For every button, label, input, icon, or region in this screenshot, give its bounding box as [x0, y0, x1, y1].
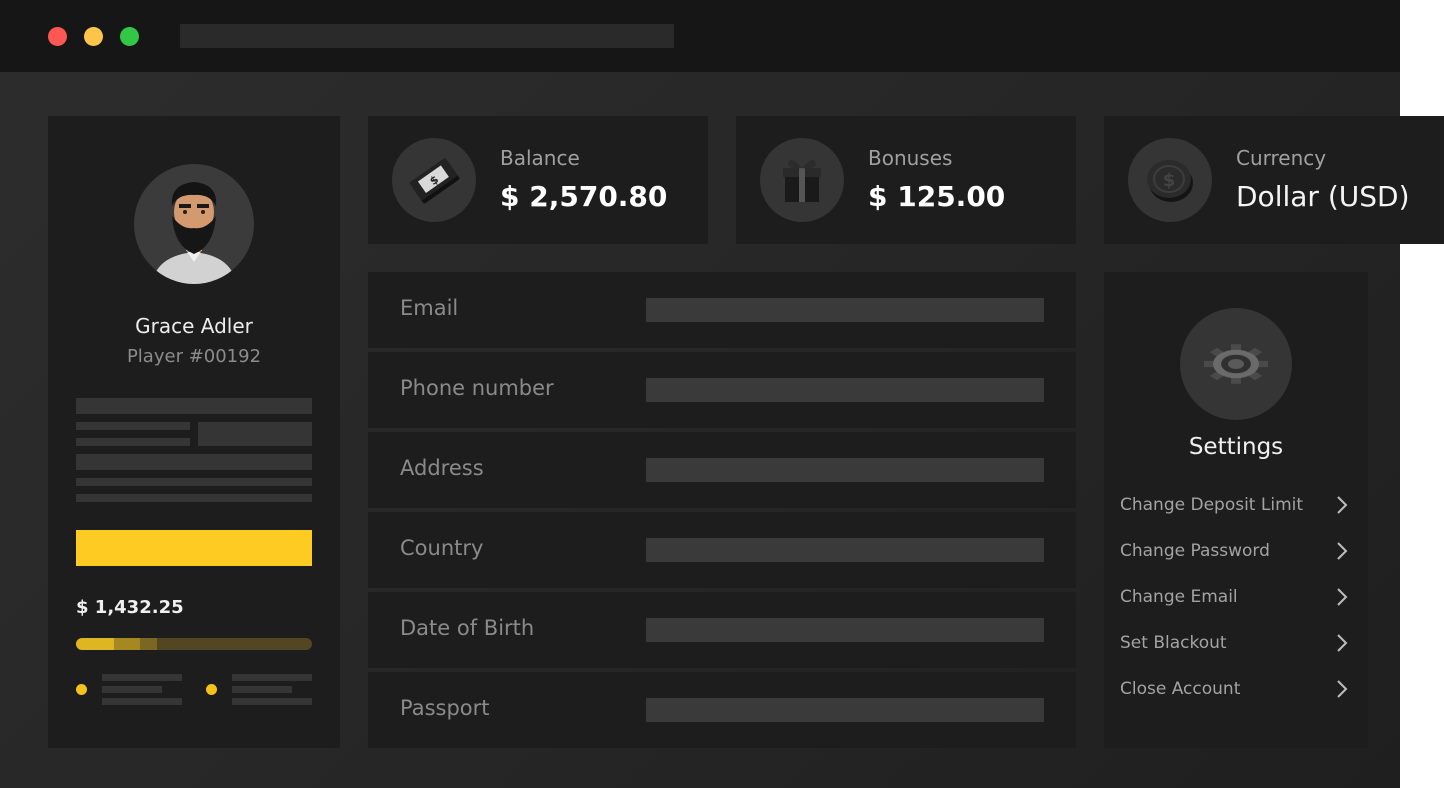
- currency-value: Dollar (USD): [1236, 180, 1410, 213]
- currency-label: Currency: [1236, 146, 1327, 170]
- legend-dot: [206, 684, 217, 695]
- currency-card: $ Currency Dollar (USD): [1104, 116, 1444, 244]
- passport-field[interactable]: [646, 698, 1044, 722]
- country-field[interactable]: [646, 538, 1044, 562]
- form-row-country: Country: [368, 512, 1076, 588]
- placeholder-line: [232, 686, 292, 693]
- dob-field[interactable]: [646, 618, 1044, 642]
- balance-value: $ 2,570.80: [500, 180, 668, 213]
- address-bar[interactable]: [180, 24, 674, 48]
- progress-fill-tertiary: [140, 638, 157, 650]
- setting-label: Change Password: [1120, 541, 1270, 561]
- form-row-dob: Date of Birth: [368, 592, 1076, 668]
- setting-change-deposit-limit[interactable]: Change Deposit Limit: [1120, 489, 1352, 521]
- placeholder-block: [198, 422, 312, 446]
- email-field[interactable]: [646, 298, 1044, 322]
- phone-label: Phone number: [400, 376, 554, 400]
- avatar: [134, 164, 254, 284]
- balance-card: $ Balance $ 2,570.80: [368, 116, 708, 244]
- legend-dot: [76, 684, 87, 695]
- progress-fill-secondary: [114, 638, 140, 650]
- setting-label: Change Deposit Limit: [1120, 495, 1304, 515]
- player-name: Grace Adler: [135, 314, 253, 338]
- player-id: Player #00192: [126, 346, 262, 367]
- chevron-right-icon: [1337, 634, 1348, 652]
- form-row-email: Email: [368, 272, 1076, 348]
- gift-icon: [760, 138, 844, 222]
- minimize-window-button[interactable]: [84, 27, 103, 46]
- placeholder-line: [76, 438, 190, 446]
- placeholder-line: [232, 698, 312, 705]
- setting-label: Close Account: [1120, 679, 1241, 699]
- chevron-right-icon: [1337, 542, 1348, 560]
- form-row-address: Address: [368, 432, 1076, 508]
- setting-change-password[interactable]: Change Password: [1120, 535, 1352, 567]
- email-label: Email: [400, 296, 459, 320]
- placeholder-line: [102, 674, 182, 681]
- placeholder-line: [102, 698, 182, 705]
- profile-panel: Grace Adler Player #00192 $ 1,432.25: [48, 116, 340, 748]
- address-field[interactable]: [646, 458, 1044, 482]
- form-row-phone: Phone number: [368, 352, 1076, 428]
- settings-panel: Settings Change Deposit Limit Change Pas…: [1104, 272, 1368, 748]
- placeholder-line: [76, 398, 312, 414]
- setting-label: Change Email: [1120, 587, 1238, 607]
- chevron-right-icon: [1337, 680, 1348, 698]
- settings-title: Settings: [1188, 434, 1284, 460]
- close-window-button[interactable]: [48, 27, 67, 46]
- balance-label: Balance: [500, 146, 580, 170]
- phone-field[interactable]: [646, 378, 1044, 402]
- progress-bar: [76, 638, 312, 650]
- setting-close-account[interactable]: Close Account: [1120, 673, 1352, 705]
- placeholder-line: [76, 422, 190, 430]
- money-icon: $: [392, 138, 476, 222]
- avatar-image: [152, 182, 236, 284]
- dob-label: Date of Birth: [400, 616, 535, 640]
- progress-fill-primary: [76, 638, 114, 650]
- country-label: Country: [400, 536, 484, 560]
- title-bar: [0, 0, 1400, 72]
- setting-label: Set Blackout: [1120, 633, 1227, 653]
- gear-icon: [1180, 308, 1292, 420]
- passport-label: Passport: [400, 696, 490, 720]
- placeholder-line: [76, 454, 312, 470]
- bonuses-card: Bonuses $ 125.00: [736, 116, 1076, 244]
- form-row-passport: Passport: [368, 672, 1076, 748]
- chevron-right-icon: [1337, 496, 1348, 514]
- placeholder-line: [102, 686, 162, 693]
- player-amount: $ 1,432.25: [76, 597, 184, 618]
- svg-text:$: $: [1163, 170, 1176, 191]
- setting-change-email[interactable]: Change Email: [1120, 581, 1352, 613]
- setting-set-blackout[interactable]: Set Blackout: [1120, 627, 1352, 659]
- placeholder-line: [76, 478, 312, 486]
- placeholder-line: [232, 674, 312, 681]
- bonuses-value: $ 125.00: [868, 180, 1006, 213]
- placeholder-line: [76, 494, 312, 502]
- address-label: Address: [400, 456, 484, 480]
- bonuses-label: Bonuses: [868, 146, 953, 170]
- maximize-window-button[interactable]: [120, 27, 139, 46]
- chevron-right-icon: [1337, 588, 1348, 606]
- coin-icon: $: [1128, 138, 1212, 222]
- primary-action-button[interactable]: [76, 530, 312, 566]
